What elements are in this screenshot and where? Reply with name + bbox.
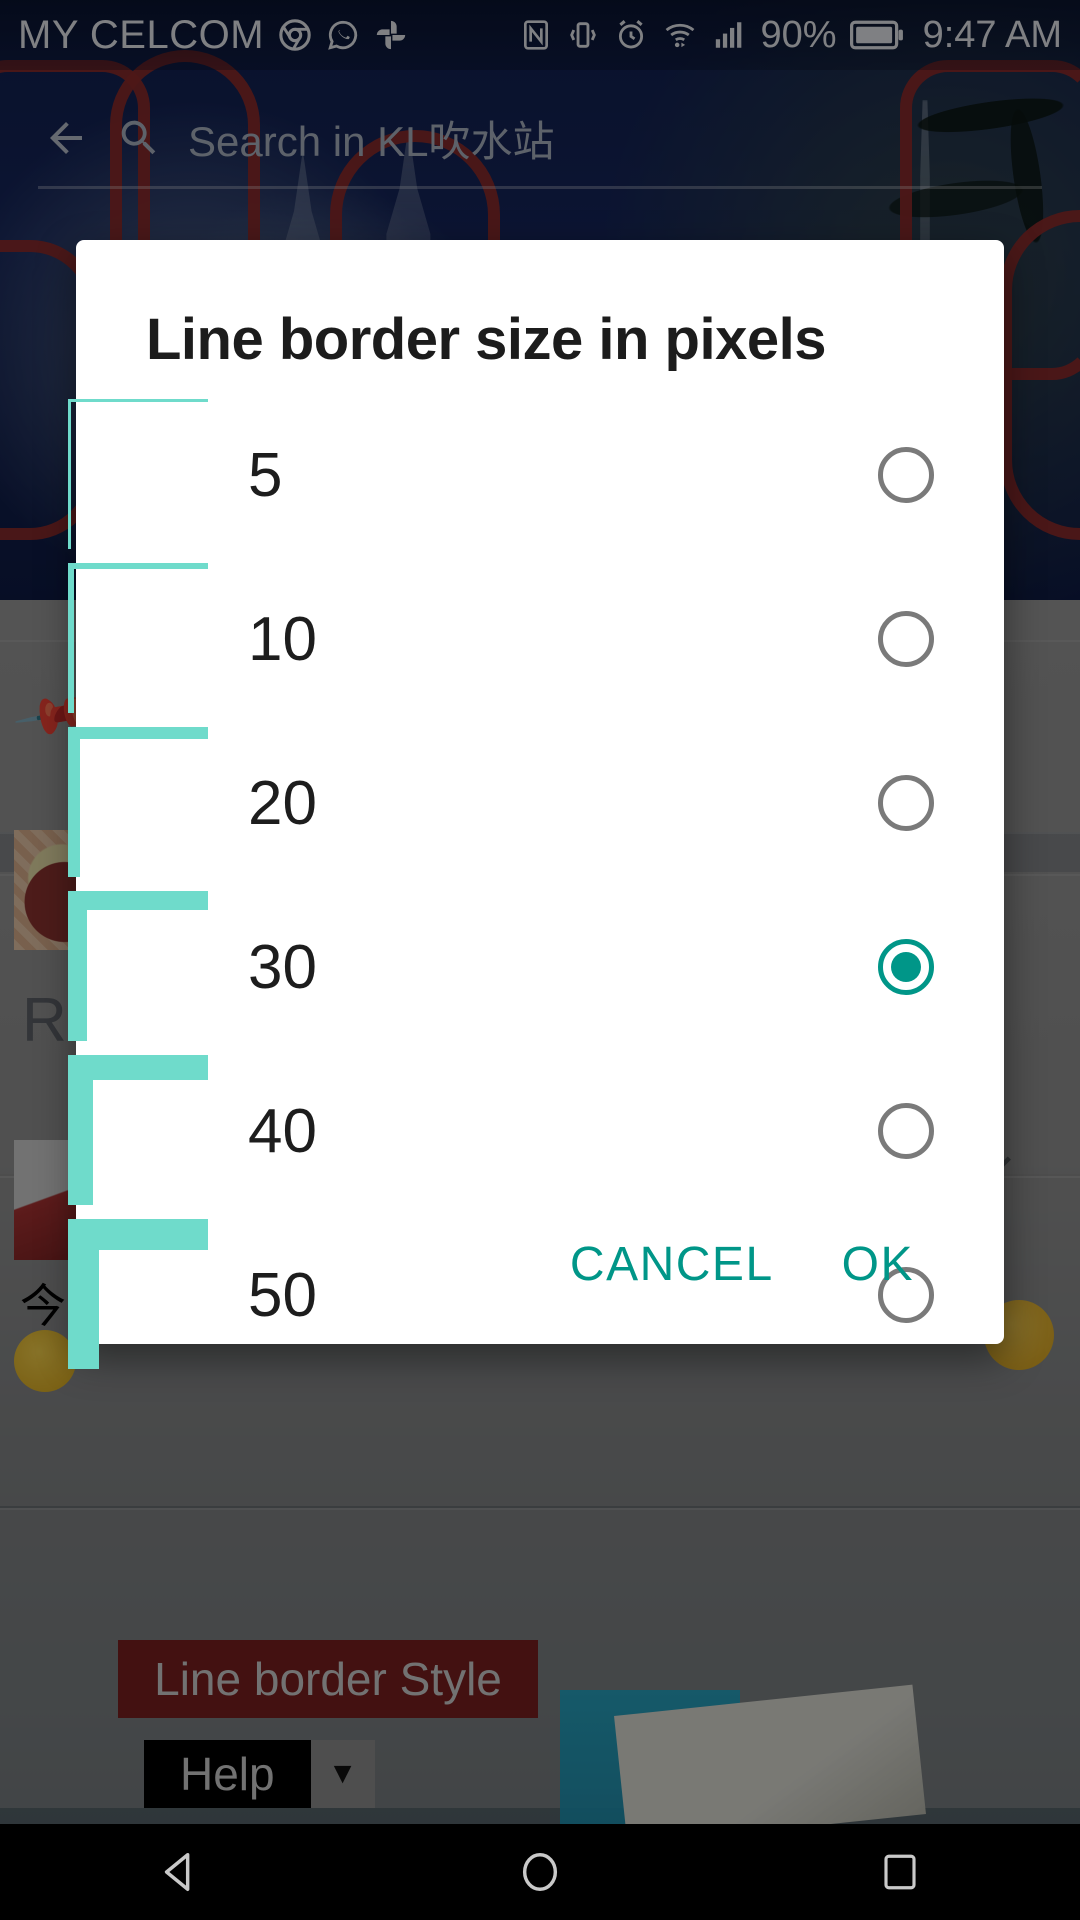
option-value-label: 20 <box>248 768 317 838</box>
cancel-button[interactable]: CANCEL <box>536 1219 808 1310</box>
option-row[interactable]: 10 <box>68 557 1004 721</box>
phone-screen: Search in KL吹水站 📌 RE ⌄ 今 Line border Sty… <box>0 0 1080 1920</box>
option-value-label: 5 <box>248 440 283 510</box>
border-width-preview <box>68 891 208 1041</box>
border-width-preview <box>68 399 208 549</box>
radio-button[interactable] <box>878 611 934 667</box>
system-navigation-bar <box>0 1824 1080 1920</box>
radio-button[interactable] <box>878 447 934 503</box>
option-value-label: 10 <box>248 604 317 674</box>
border-width-preview <box>68 727 208 877</box>
option-row[interactable]: 5 <box>68 393 1004 557</box>
dialog-actions: CANCEL OK <box>76 1184 1004 1344</box>
radio-button[interactable] <box>878 1103 934 1159</box>
square-recents-icon[interactable] <box>874 1846 926 1898</box>
circle-home-icon[interactable] <box>514 1846 566 1898</box>
radio-button[interactable] <box>878 775 934 831</box>
option-row[interactable]: 20 <box>68 721 1004 885</box>
triangle-back-icon[interactable] <box>154 1846 206 1898</box>
border-width-preview <box>68 1055 208 1205</box>
option-value-label: 40 <box>248 1096 317 1166</box>
line-border-size-dialog: Line border size in pixels 5 10 20 30 40 50 C… <box>68 240 1004 1369</box>
border-width-preview <box>68 563 208 713</box>
dialog-title: Line border size in pixels <box>146 307 826 372</box>
option-row[interactable]: 30 <box>68 885 1004 1049</box>
radio-button-selected[interactable] <box>878 939 934 995</box>
ok-button[interactable]: OK <box>808 1219 948 1310</box>
option-value-label: 30 <box>248 932 317 1002</box>
